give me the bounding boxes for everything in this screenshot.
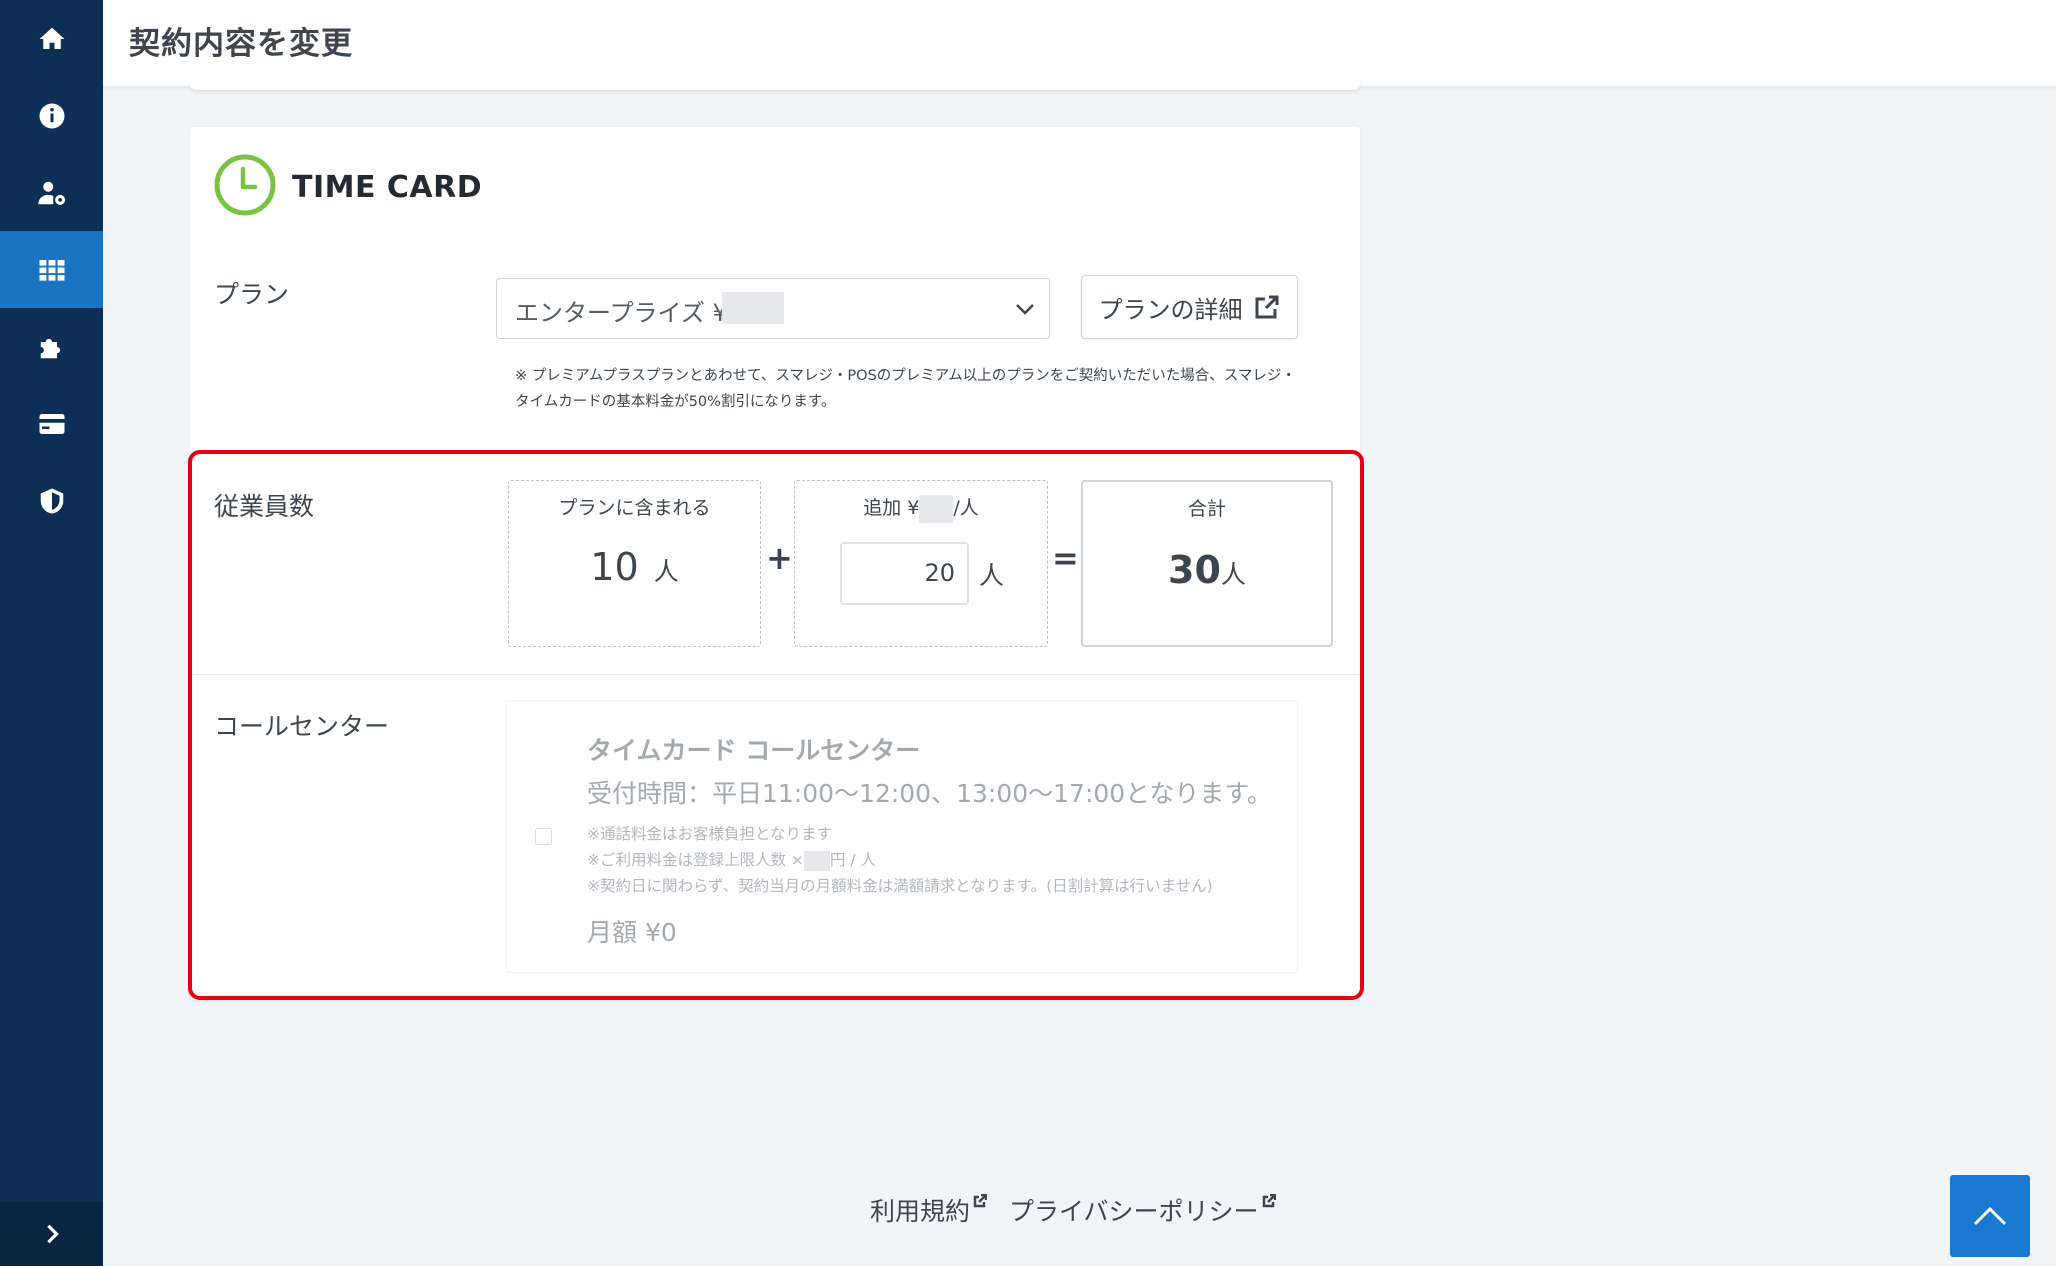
clock-icon <box>214 154 276 220</box>
external-link-icon <box>1262 1194 1276 1208</box>
scroll-to-top-button[interactable] <box>1950 1175 2030 1257</box>
total-unit: 人 <box>1220 560 1246 589</box>
timecard-contract-card: TIME CARD プラン エンタープライズ ¥ プランの詳細 ※ プレミアムプ… <box>190 127 1360 1000</box>
additional-employees-box: 追加 ¥/人 20 人 <box>794 480 1048 647</box>
included-employees-box: プランに含まれる 10 人 <box>508 480 761 647</box>
card-header: TIME CARD <box>214 154 482 220</box>
page-title: 契約内容を変更 <box>129 26 353 62</box>
footer-links: 利用規約 プライバシーポリシー <box>870 1192 1276 1228</box>
sidebar-item-plugins[interactable] <box>0 308 103 385</box>
external-link-icon <box>973 1194 988 1208</box>
redacted-price <box>722 292 784 324</box>
sidebar-item-info[interactable] <box>0 77 103 154</box>
call-center-checkbox[interactable] <box>535 828 552 845</box>
call-center-title: タイムカード コールセンター <box>587 736 921 765</box>
plan-detail-label: プランの詳細 <box>1098 295 1243 324</box>
page-header: 契約内容を変更 <box>103 0 2056 86</box>
sidebar-expand-button[interactable] <box>0 1202 103 1266</box>
additional-unit: 人 <box>979 561 1005 590</box>
terms-link-label: 利用規約 <box>870 1197 971 1226</box>
call-center-note-2: ※ご利用料金は登録上限人数 × 円 / 人 <box>587 850 876 871</box>
included-unit: 人 <box>653 557 679 586</box>
sidebar-item-user-settings[interactable] <box>0 154 103 231</box>
chevron-up-icon <box>1973 1206 2007 1226</box>
sidebar-item-home[interactable] <box>0 0 103 77</box>
user-settings-icon <box>37 181 65 205</box>
previous-card-edge <box>190 80 1360 90</box>
sidebar-item-security[interactable] <box>0 462 103 539</box>
total-value: 30 <box>1168 548 1221 592</box>
privacy-link-label: プライバシーポリシー <box>1009 1197 1259 1226</box>
call-center-notes: ※通話料金はお客様負担となります ※ご利用料金は登録上限人数 × 円 / 人 ※契… <box>587 821 1213 899</box>
redacted-price <box>919 494 954 523</box>
note-line-1: ※ プレミアムプラスプランとあわせて、スマレジ・POSのプレミアム以上のプランを… <box>515 368 1296 384</box>
puzzle-icon <box>40 338 60 358</box>
included-title: プランに含まれる <box>558 497 711 519</box>
section-divider <box>190 674 1360 675</box>
privacy-link[interactable]: プライバシーポリシー <box>1009 1192 1276 1228</box>
shield-icon <box>40 488 63 513</box>
info-icon <box>39 103 64 128</box>
plus-operator: + <box>766 539 793 577</box>
sidebar <box>0 0 103 1266</box>
chevron-right-icon <box>46 1224 59 1244</box>
total-title: 合計 <box>1187 498 1226 520</box>
additional-employees-input[interactable]: 20 <box>840 542 969 605</box>
terms-link[interactable]: 利用規約 <box>870 1192 988 1228</box>
sidebar-item-apps[interactable] <box>0 231 103 308</box>
plan-discount-note: ※ プレミアムプラスプランとあわせて、スマレジ・POSのプレミアム以上のプランを… <box>515 363 1315 415</box>
call-center-hours: 受付時間：平日11:00〜12:00、13:00〜17:00となります。 <box>587 779 1272 808</box>
plan-detail-button[interactable]: プランの詳細 <box>1081 275 1298 339</box>
included-value: 10 <box>590 545 639 589</box>
credit-card-icon <box>39 413 64 434</box>
equals-operator: = <box>1052 539 1079 577</box>
plan-select-value: エンタープライズ ¥ <box>515 299 728 327</box>
call-center-price: 月額 ¥0 <box>587 918 677 947</box>
additional-title: 追加 ¥/人 <box>795 493 1047 523</box>
call-center-label: コールセンター <box>214 712 390 741</box>
redacted-price <box>803 850 830 871</box>
call-center-option[interactable]: タイムカード コールセンター 受付時間：平日11:00〜12:00、13:00〜… <box>506 700 1298 973</box>
chevron-down-icon <box>1015 301 1035 320</box>
home-icon <box>39 27 64 49</box>
apps-grid-icon <box>39 259 64 281</box>
employees-label: 従業員数 <box>214 492 315 521</box>
call-center-note-1: ※通話料金はお客様負担となります <box>587 825 833 843</box>
plan-label: プラン <box>214 280 290 309</box>
total-employees-box: 合計 30人 <box>1081 480 1333 647</box>
external-link-icon <box>1255 295 1278 319</box>
sidebar-item-billing[interactable] <box>0 385 103 462</box>
card-title: TIME CARD <box>292 169 483 205</box>
plan-select[interactable]: エンタープライズ ¥ <box>496 278 1050 339</box>
note-line-2: タイムカードの基本料金が50%割引になります。 <box>515 394 836 410</box>
call-center-note-3: ※契約日に関わらず、契約当月の月額料金は満額請求となります。(日割計算は行いませ… <box>587 877 1213 895</box>
